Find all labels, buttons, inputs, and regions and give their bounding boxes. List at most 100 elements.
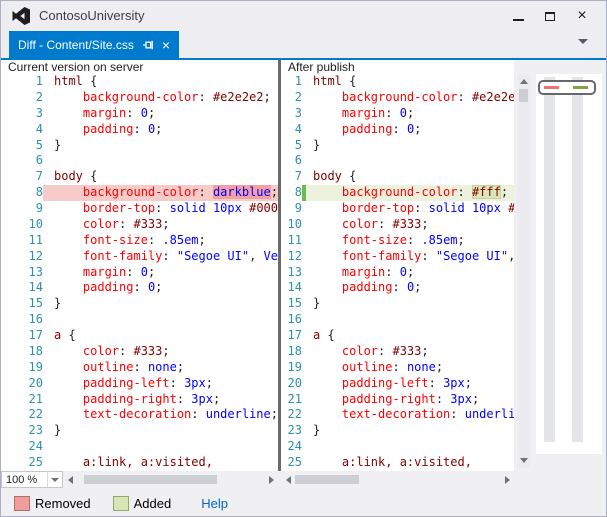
scroll-left-icon[interactable] bbox=[63, 471, 77, 488]
left-diff-pane: Current version on server 1html {2 backg… bbox=[1, 60, 278, 471]
tab-diff-site-css[interactable]: Diff - Content/Site.css × bbox=[9, 31, 179, 58]
vertical-scrollbar[interactable] bbox=[517, 74, 530, 468]
line-number: 14 bbox=[1, 280, 43, 296]
code-text: font-size: .85em; bbox=[306, 233, 514, 249]
code-text: outline: none; bbox=[47, 360, 278, 376]
code-text: background-color: darkblue; bbox=[47, 185, 278, 201]
line-number: 14 bbox=[281, 280, 302, 296]
line-number: 9 bbox=[281, 201, 302, 217]
code-text bbox=[306, 153, 514, 169]
line-number: 11 bbox=[281, 233, 302, 249]
code-line: 15} bbox=[281, 296, 514, 312]
line-number: 12 bbox=[1, 249, 43, 265]
code-line: 12 font-family: "Segoe UI", Verdana; bbox=[1, 249, 278, 265]
close-button[interactable]: × bbox=[569, 4, 595, 28]
visual-studio-window: ContosoUniversity × Diff - Content/Site.… bbox=[0, 0, 607, 517]
scroll-left-icon[interactable] bbox=[281, 471, 295, 488]
line-number: 17 bbox=[281, 328, 302, 344]
code-line: 7body { bbox=[281, 169, 514, 185]
code-line: 12 font-family: "Segoe UI", Verdana; bbox=[281, 249, 514, 265]
code-line: 4 padding: 0; bbox=[1, 122, 278, 138]
code-text: font-family: "Segoe UI", Verdana; bbox=[47, 249, 278, 265]
line-number: 23 bbox=[281, 423, 302, 439]
code-text: } bbox=[306, 423, 514, 439]
code-text: padding-right: 3px; bbox=[306, 392, 514, 408]
left-horizontal-scrollbar[interactable] bbox=[63, 471, 278, 488]
line-number: 18 bbox=[281, 344, 302, 360]
code-line: 20 padding-left: 3px; bbox=[281, 376, 514, 392]
left-code[interactable]: 1html {2 background-color: #e2e2e2;3 mar… bbox=[1, 74, 278, 471]
code-line: 25 a:link, a:visited, bbox=[281, 455, 514, 471]
line-number: 2 bbox=[1, 90, 43, 106]
code-text: } bbox=[47, 423, 278, 439]
line-number: 6 bbox=[1, 153, 43, 169]
tab-close-icon[interactable]: × bbox=[162, 38, 170, 52]
scroll-down-icon[interactable] bbox=[517, 454, 530, 467]
document-list-dropdown-icon[interactable] bbox=[578, 39, 588, 44]
code-line: 9 border-top: solid 10px #000; bbox=[1, 201, 278, 217]
legend-bar: Removed Added Help bbox=[1, 488, 606, 517]
code-line: 1html { bbox=[1, 74, 278, 90]
code-line: 1html { bbox=[281, 74, 514, 90]
minimize-button[interactable] bbox=[505, 4, 531, 28]
code-line: 21 padding-right: 3px; bbox=[1, 392, 278, 408]
line-number: 10 bbox=[1, 217, 43, 233]
line-number: 15 bbox=[1, 296, 43, 312]
line-number: 22 bbox=[281, 407, 302, 423]
code-line: 11 font-size: .85em; bbox=[1, 233, 278, 249]
diff-overview-map[interactable] bbox=[536, 74, 602, 454]
diff-view: Current version on server 1html {2 backg… bbox=[1, 60, 606, 488]
code-text: html { bbox=[306, 74, 514, 90]
chevron-down-icon[interactable] bbox=[47, 472, 62, 487]
code-text: body { bbox=[47, 169, 278, 185]
line-number: 5 bbox=[281, 138, 302, 154]
right-hscroll-thumb[interactable] bbox=[295, 475, 359, 484]
code-line: 7body { bbox=[1, 169, 278, 185]
maximize-icon bbox=[545, 12, 555, 21]
line-number: 5 bbox=[1, 138, 43, 154]
left-hscroll-thumb[interactable] bbox=[84, 475, 217, 484]
line-number: 3 bbox=[281, 106, 302, 122]
code-text: a:link, a:visited, bbox=[306, 455, 514, 471]
code-text: padding-left: 3px; bbox=[306, 376, 514, 392]
code-text: border-top: solid 10px #000; bbox=[306, 201, 514, 217]
code-line: 23} bbox=[281, 423, 514, 439]
line-number: 21 bbox=[281, 392, 302, 408]
scroll-up-icon[interactable] bbox=[517, 75, 530, 88]
code-line: 6 bbox=[1, 153, 278, 169]
code-line: 23} bbox=[1, 423, 278, 439]
maximize-button[interactable] bbox=[537, 4, 563, 28]
code-line: 2 background-color: #e2e2e2; bbox=[281, 90, 514, 106]
pin-icon[interactable] bbox=[142, 39, 154, 51]
code-line: 22 text-decoration: underline; bbox=[281, 407, 514, 423]
code-text: a { bbox=[47, 328, 278, 344]
overview-track-right bbox=[572, 77, 583, 442]
scroll-right-icon[interactable] bbox=[264, 471, 278, 488]
help-link[interactable]: Help bbox=[201, 496, 228, 511]
right-horizontal-scrollbar[interactable] bbox=[281, 471, 514, 488]
code-line: 17a { bbox=[1, 328, 278, 344]
code-text: } bbox=[47, 296, 278, 312]
overview-viewport[interactable] bbox=[538, 80, 596, 95]
line-number: 19 bbox=[1, 360, 43, 376]
title-bar: ContosoUniversity × bbox=[1, 1, 606, 31]
right-code[interactable]: 1html {2 background-color: #e2e2e2;3 mar… bbox=[281, 74, 514, 471]
line-number: 20 bbox=[1, 376, 43, 392]
zoom-level-dropdown[interactable]: 100 % bbox=[1, 471, 63, 488]
line-number: 6 bbox=[281, 153, 302, 169]
code-line: 14 padding: 0; bbox=[281, 280, 514, 296]
scroll-right-icon[interactable] bbox=[500, 471, 514, 488]
line-number: 20 bbox=[281, 376, 302, 392]
code-text: font-size: .85em; bbox=[47, 233, 278, 249]
code-line: 4 padding: 0; bbox=[281, 122, 514, 138]
code-text: body { bbox=[306, 169, 514, 185]
line-number: 1 bbox=[1, 74, 43, 90]
vscroll-thumb[interactable] bbox=[519, 89, 528, 102]
code-text bbox=[47, 312, 278, 328]
code-line: 8 background-color: #fff; bbox=[281, 185, 514, 201]
code-line: 3 margin: 0; bbox=[281, 106, 514, 122]
line-number: 9 bbox=[1, 201, 43, 217]
code-text: outline: none; bbox=[306, 360, 514, 376]
line-number: 13 bbox=[1, 265, 43, 281]
code-text: border-top: solid 10px #000; bbox=[47, 201, 278, 217]
